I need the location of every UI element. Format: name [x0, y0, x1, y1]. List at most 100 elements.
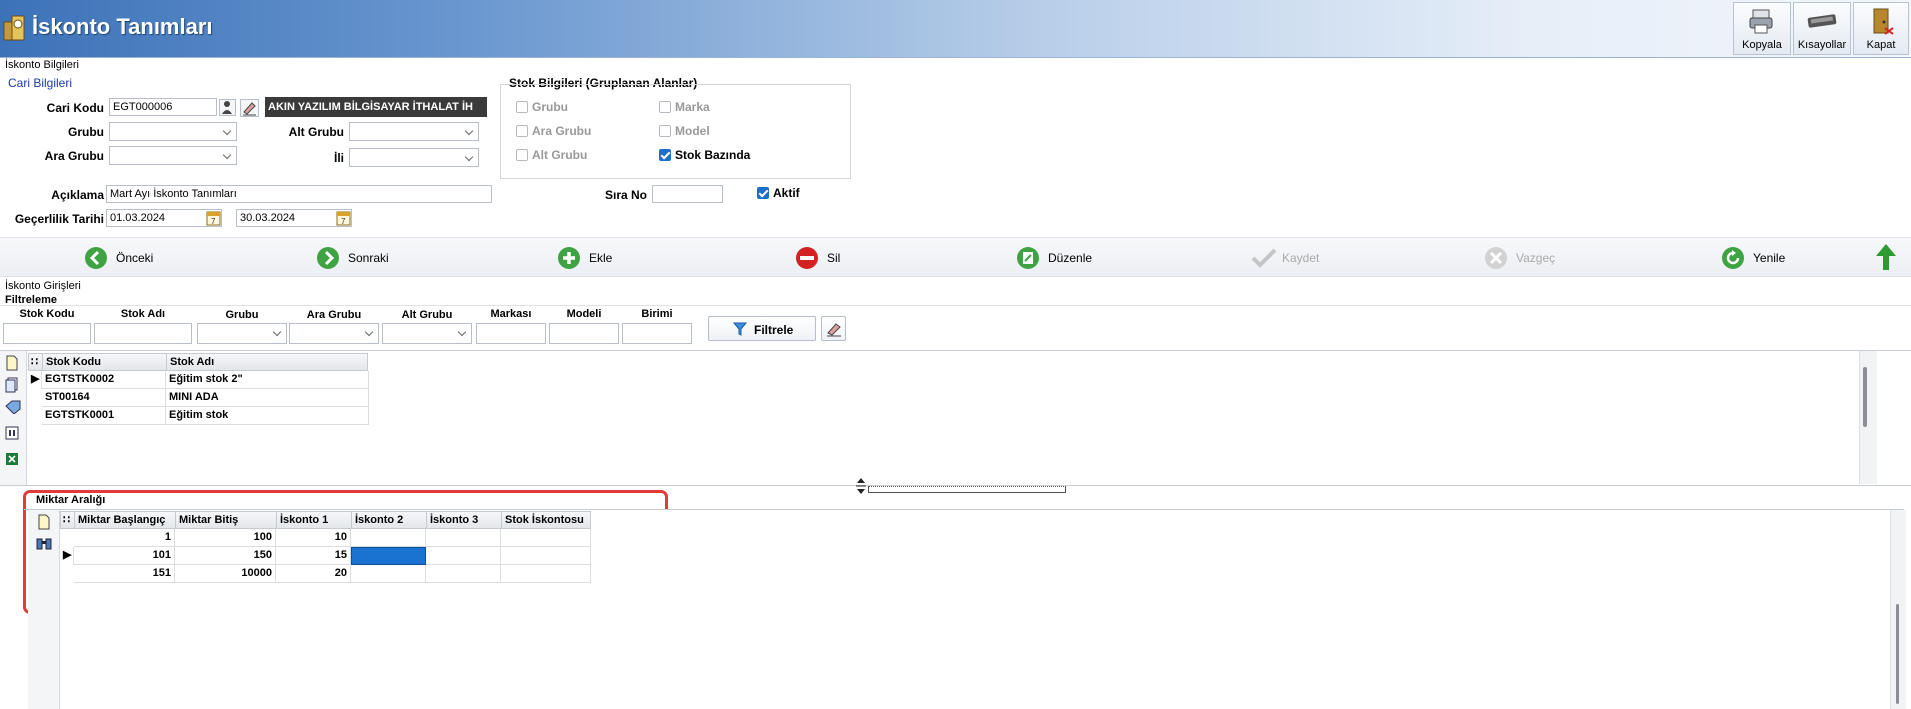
- stok-code-cell[interactable]: EGTSTK0001: [42, 407, 166, 425]
- filter-alt-grubu-select[interactable]: [382, 323, 472, 344]
- cari-lookup-button[interactable]: [219, 99, 236, 116]
- table-row[interactable]: EGTSTK0001 Eğitim stok: [28, 407, 369, 425]
- filter-modeli-input[interactable]: [549, 323, 619, 344]
- scroll-up-button[interactable]: [1874, 242, 1898, 272]
- aktif-checkbox[interactable]: [757, 187, 769, 199]
- shortcuts-button[interactable]: Kısayollar: [1793, 2, 1851, 55]
- iskonto-1-cell[interactable]: 15: [276, 547, 351, 565]
- page-title: İskonto Tanımları: [32, 14, 213, 39]
- miktar-start-cell[interactable]: 1: [74, 529, 175, 547]
- filter-birimi-input[interactable]: [622, 323, 692, 344]
- documents-icon[interactable]: [5, 377, 19, 393]
- close-button[interactable]: Kapat: [1853, 2, 1909, 55]
- copy-button[interactable]: Kopyala: [1733, 2, 1791, 55]
- date-end-picker[interactable]: 7: [336, 210, 351, 226]
- stok-name-cell[interactable]: Eğitim stok: [166, 407, 369, 425]
- ili-select[interactable]: [349, 148, 479, 167]
- date-end-field[interactable]: 30.03.2024: [236, 209, 352, 227]
- marka-checkbox[interactable]: [659, 101, 671, 113]
- cari-clear-button[interactable]: [240, 99, 259, 117]
- stok-iskontosu-cell[interactable]: [501, 529, 591, 547]
- filter-grubu-label: Grubu: [225, 309, 259, 321]
- miktar-side-toolbar: [28, 510, 60, 709]
- save-button[interactable]: Kaydet: [1250, 246, 1350, 270]
- grubu-select[interactable]: [109, 122, 237, 141]
- table-row[interactable]: 1 100 10: [60, 529, 591, 547]
- stok-name-cell[interactable]: Eğitim stok 2": [166, 371, 369, 389]
- binoculars-icon[interactable]: [36, 536, 52, 550]
- tag-icon[interactable]: [5, 400, 21, 414]
- next-button[interactable]: Sonraki: [316, 246, 416, 270]
- miktar-end-cell[interactable]: 10000: [175, 565, 276, 583]
- alt-grubu-checkbox[interactable]: [516, 149, 528, 161]
- stok-iskontosu-cell[interactable]: [501, 565, 591, 583]
- stok-bazinda-checkbox-label: Stok Bazında: [675, 148, 751, 162]
- splitter-grip-icon[interactable]: [855, 477, 867, 495]
- table-row[interactable]: ▶ EGTSTK0002 Eğitim stok 2": [28, 371, 369, 389]
- col-stok-kodu[interactable]: Stok Kodu: [43, 354, 167, 371]
- ara-grubu-checkbox[interactable]: [516, 125, 528, 137]
- miktar-end-cell[interactable]: 150: [175, 547, 276, 565]
- excel-icon[interactable]: [5, 452, 19, 466]
- filter-grubu-select[interactable]: [197, 323, 287, 344]
- ara-grubu-select[interactable]: [109, 146, 237, 165]
- miktar-start-cell[interactable]: 101: [74, 547, 175, 565]
- aciklama-field[interactable]: Mart Ayı İskonto Tanımları: [106, 185, 492, 203]
- scrollbar-thumb[interactable]: [1896, 604, 1899, 704]
- table-row[interactable]: 151 10000 20: [60, 565, 591, 583]
- stok-iskontosu-cell[interactable]: [501, 547, 591, 565]
- miktar-grid-scrollbar[interactable]: [1890, 510, 1906, 709]
- iskonto-1-cell[interactable]: 10: [276, 529, 351, 547]
- col-stok-adi[interactable]: Stok Adı: [167, 354, 369, 371]
- table-row[interactable]: ▶ 101 150 15: [60, 547, 591, 565]
- previous-button[interactable]: Önceki: [84, 246, 184, 270]
- filter-ara-grubu-select[interactable]: [289, 323, 379, 344]
- stok-name-cell[interactable]: MINI ADA: [166, 389, 369, 407]
- cancel-button[interactable]: Vazgeç: [1484, 246, 1584, 270]
- filter-stok-kodu-input[interactable]: [3, 323, 91, 344]
- delete-button[interactable]: Sil: [795, 246, 875, 270]
- iskonto-3-cell[interactable]: [426, 547, 501, 565]
- stok-code-cell[interactable]: ST00164: [42, 389, 166, 407]
- edit-button[interactable]: Düzenle: [1016, 246, 1116, 270]
- col-iskonto-2[interactable]: İskonto 2: [352, 512, 427, 529]
- grubu-checkbox[interactable]: [516, 101, 528, 113]
- col-iskonto-3[interactable]: İskonto 3: [427, 512, 502, 529]
- iskonto-3-cell[interactable]: [426, 529, 501, 547]
- splitter-bar[interactable]: [868, 486, 1066, 493]
- iskonto-2-cell-selected[interactable]: [351, 547, 426, 565]
- col-stok-iskontosu[interactable]: Stok İskontosu: [502, 512, 592, 529]
- miktar-end-cell[interactable]: 100: [175, 529, 276, 547]
- iskonto-3-cell[interactable]: [426, 565, 501, 583]
- add-button[interactable]: Ekle: [557, 246, 637, 270]
- filter-button[interactable]: Filtrele: [708, 316, 816, 341]
- stock-grid-scrollbar[interactable]: [1859, 351, 1877, 484]
- date-start-picker[interactable]: 7: [206, 210, 221, 226]
- clear-filter-button[interactable]: [821, 316, 846, 341]
- filter-stok-adi-input[interactable]: [94, 323, 192, 344]
- col-iskonto-1[interactable]: İskonto 1: [277, 512, 352, 529]
- alt-grubu-select[interactable]: [349, 122, 479, 141]
- iskonto-2-cell[interactable]: [351, 529, 426, 547]
- pause-icon[interactable]: [5, 426, 19, 440]
- table-row[interactable]: ST00164 MINI ADA: [28, 389, 369, 407]
- col-miktar-bitis[interactable]: Miktar Bitiş: [176, 512, 277, 529]
- filter-markasi-input[interactable]: [476, 323, 546, 344]
- sira-no-field[interactable]: [652, 185, 723, 203]
- refresh-button[interactable]: Yenile: [1721, 246, 1811, 270]
- iskonto-1-cell[interactable]: 20: [276, 565, 351, 583]
- stok-bazinda-checkbox[interactable]: [659, 149, 671, 161]
- scrollbar-thumb[interactable]: [1863, 367, 1867, 427]
- new-document-icon[interactable]: [37, 514, 51, 530]
- cari-kodu-field[interactable]: EGT000006: [109, 98, 217, 116]
- miktar-start-cell[interactable]: 151: [74, 565, 175, 583]
- iskonto-2-cell[interactable]: [351, 565, 426, 583]
- aktif-label: Aktif: [773, 186, 800, 200]
- svg-text:7: 7: [341, 217, 346, 226]
- cancel-label: Vazgeç: [1516, 251, 1556, 265]
- stok-code-cell[interactable]: EGTSTK0002: [42, 371, 166, 389]
- date-start-field[interactable]: 01.03.2024: [106, 209, 222, 227]
- model-checkbox[interactable]: [659, 125, 671, 137]
- new-document-icon[interactable]: [5, 355, 19, 371]
- col-miktar-baslangic[interactable]: Miktar Başlangıç: [75, 512, 176, 529]
